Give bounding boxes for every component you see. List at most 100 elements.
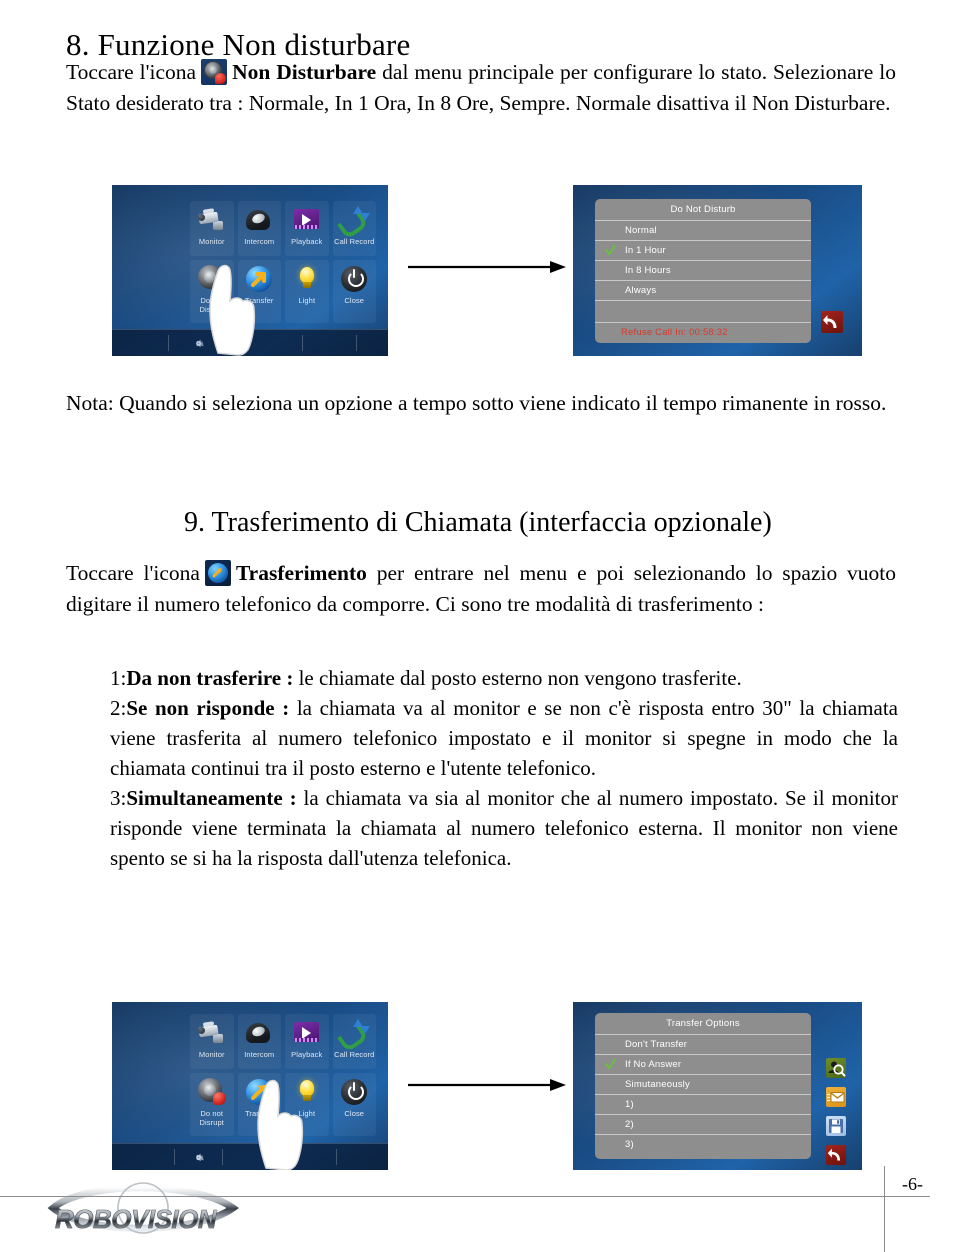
section-9-heading: 9. Trasferimento di Chiamata (interfacci…: [184, 507, 772, 539]
home-tile-label: Intercom: [244, 237, 275, 246]
home-tile-intercom[interactable]: Intercom: [237, 1014, 281, 1069]
menu-row-label: In 8 Hours: [625, 265, 671, 276]
gear-icon[interactable]: [192, 1151, 205, 1164]
menu-row-label: 1): [625, 1099, 634, 1110]
home-tile-label: Playback: [291, 1050, 323, 1059]
list-item-rest: le chiamate dal posto esterno non vengon…: [293, 666, 742, 690]
home-tile-light[interactable]: Light: [285, 259, 329, 323]
menu-row-label: In 1 Hour: [625, 245, 666, 256]
flow-arrow-transfer: [408, 1079, 566, 1091]
menu-row-blank: [595, 301, 811, 323]
list-item: 3:Simultaneamente : la chiamata va sia a…: [110, 783, 898, 873]
menu-row-slot-3[interactable]: 3): [595, 1135, 811, 1154]
menu-title: Do Not Disturb: [595, 199, 811, 221]
home-tile-label: Do not Disrupt: [199, 1108, 224, 1127]
list-item-bold: Se non risponde :: [126, 696, 290, 720]
back-arrow-icon[interactable]: [821, 311, 843, 333]
transfer-modes-list: 1:Da non trasferire : le chiamate dal po…: [110, 663, 898, 873]
back-arrow-icon[interactable]: [826, 1145, 846, 1165]
refuse-call-timer: Refuse Call In: 00:58:32: [621, 327, 728, 338]
call-record-icon: [337, 205, 371, 240]
list-item: 2:Se non risponde : la chiamata va al mo…: [110, 693, 898, 783]
section-8-note: Nota: Quando si seleziona un opzione a t…: [66, 391, 887, 415]
mail-icon[interactable]: [826, 1087, 846, 1107]
home-tile-label: Call Record: [334, 1050, 375, 1059]
menu-row-simutaneously[interactable]: Simutaneously: [595, 1075, 811, 1095]
transfer-icon: [204, 560, 231, 586]
menu-row-label: Don't Transfer: [625, 1039, 688, 1050]
check-icon: [605, 244, 616, 256]
list-item: 1:Da non trasferire : le chiamate dal po…: [110, 663, 898, 693]
device-screenshot-transfer-menu: Transfer Options Don't Transfer If No An…: [573, 1002, 862, 1170]
do-not-disturb-menu: Do Not Disturb Normal In 1 Hour In 8 Hou…: [595, 199, 811, 343]
home-tile-label: Playback: [291, 237, 323, 246]
home-tile-do-not-disrupt[interactable]: Do not Disrupt: [190, 1072, 234, 1136]
brand-logo-text: ROBOVISION: [55, 1204, 217, 1235]
list-item-number: 3:: [110, 786, 127, 810]
phone-icon: [244, 205, 274, 235]
home-tile-close[interactable]: Close: [332, 1072, 376, 1136]
do-not-disturb-icon: [201, 59, 228, 85]
menu-row-dont-transfer[interactable]: Don't Transfer: [595, 1035, 811, 1055]
menu-row-always[interactable]: Always: [595, 281, 811, 301]
power-icon: [339, 264, 369, 294]
power-icon: [339, 1077, 369, 1107]
home-tile-call-record[interactable]: Call Record: [332, 201, 376, 256]
home-tile-call-record[interactable]: Call Record: [332, 1014, 376, 1069]
home-tile-monitor[interactable]: Monitor: [190, 201, 234, 256]
home-tile-label: Monitor: [198, 237, 225, 246]
home-tile-playback[interactable]: Playback: [285, 201, 329, 256]
section-8-paragraph: Toccare l'icona Non Disturbare dal menu …: [66, 57, 896, 119]
menu-title: Transfer Options: [595, 1013, 811, 1035]
menu-row-label: Normal: [625, 225, 657, 236]
home-tile-label: Close: [344, 1108, 365, 1118]
phone-icon: [244, 1018, 274, 1048]
home-tile-label: Call Record: [334, 237, 375, 246]
menu-row-slot-1[interactable]: 1): [595, 1095, 811, 1115]
check-icon: [605, 1058, 616, 1070]
menu-row-in-1-hour[interactable]: In 1 Hour: [595, 241, 811, 261]
menu-row-normal[interactable]: Normal: [595, 221, 811, 241]
section-8-para-lead: Toccare l'icona: [66, 60, 197, 84]
device-screenshot-dnd-home: Monitor Intercom Playback Call Record Do…: [112, 185, 388, 356]
save-icon[interactable]: [826, 1116, 846, 1136]
flow-arrow-dnd: [408, 261, 566, 273]
footer-divider: [884, 1166, 885, 1252]
home-tile-label: Intercom: [244, 1050, 275, 1059]
home-tile-label: Monitor: [198, 1050, 225, 1059]
section-9-para-lead: Toccare l'icona: [66, 561, 200, 585]
finger-pointer: [209, 264, 256, 356]
menu-row-slot-2[interactable]: 2): [595, 1115, 811, 1135]
page: 8. Funzione Non disturbare Toccare l'ico…: [0, 0, 960, 1252]
finger-pointer: [257, 1079, 304, 1170]
section-9-para-bold: Trasferimento: [235, 561, 367, 585]
home-tile-intercom[interactable]: Intercom: [237, 201, 281, 256]
footer-rule: [0, 1196, 930, 1197]
device-screenshot-transfer-home: Monitor Intercom Playback Call Record Do…: [112, 1002, 388, 1170]
menu-row-if-no-answer[interactable]: If No Answer: [595, 1055, 811, 1075]
menu-row-label: 3): [625, 1139, 634, 1150]
menu-row-in-8-hours[interactable]: In 8 Hours: [595, 261, 811, 281]
list-item-bold: Simultaneamente :: [126, 786, 297, 810]
contact-search-icon[interactable]: [826, 1058, 846, 1078]
menu-row-label: Simutaneously: [625, 1079, 690, 1090]
menu-row-label: Always: [625, 285, 657, 296]
page-number: -6-: [902, 1174, 923, 1194]
home-tile-label: Close: [344, 295, 365, 305]
menu-row-label: If No Answer: [625, 1059, 682, 1070]
camera-icon: [197, 1018, 227, 1048]
list-item-bold: Da non trasferire :: [126, 666, 294, 690]
list-item-number: 1:: [110, 666, 127, 690]
home-tile-playback[interactable]: Playback: [285, 1014, 329, 1069]
play-icon: [292, 1018, 322, 1048]
do-not-disturb-icon: [197, 1077, 227, 1107]
home-tile-monitor[interactable]: Monitor: [190, 1014, 234, 1069]
section-9-paragraph: Toccare l'icona Trasferimento per entrar…: [66, 558, 896, 620]
transfer-options-menu: Transfer Options Don't Transfer If No An…: [595, 1013, 811, 1159]
light-bulb-icon: [292, 264, 322, 294]
home-tile-close[interactable]: Close: [332, 259, 376, 323]
camera-icon: [197, 205, 227, 235]
list-item-number: 2:: [110, 696, 127, 720]
menu-row-label: 2): [625, 1119, 634, 1130]
brand-logo: ROBOVISION: [45, 1178, 265, 1240]
